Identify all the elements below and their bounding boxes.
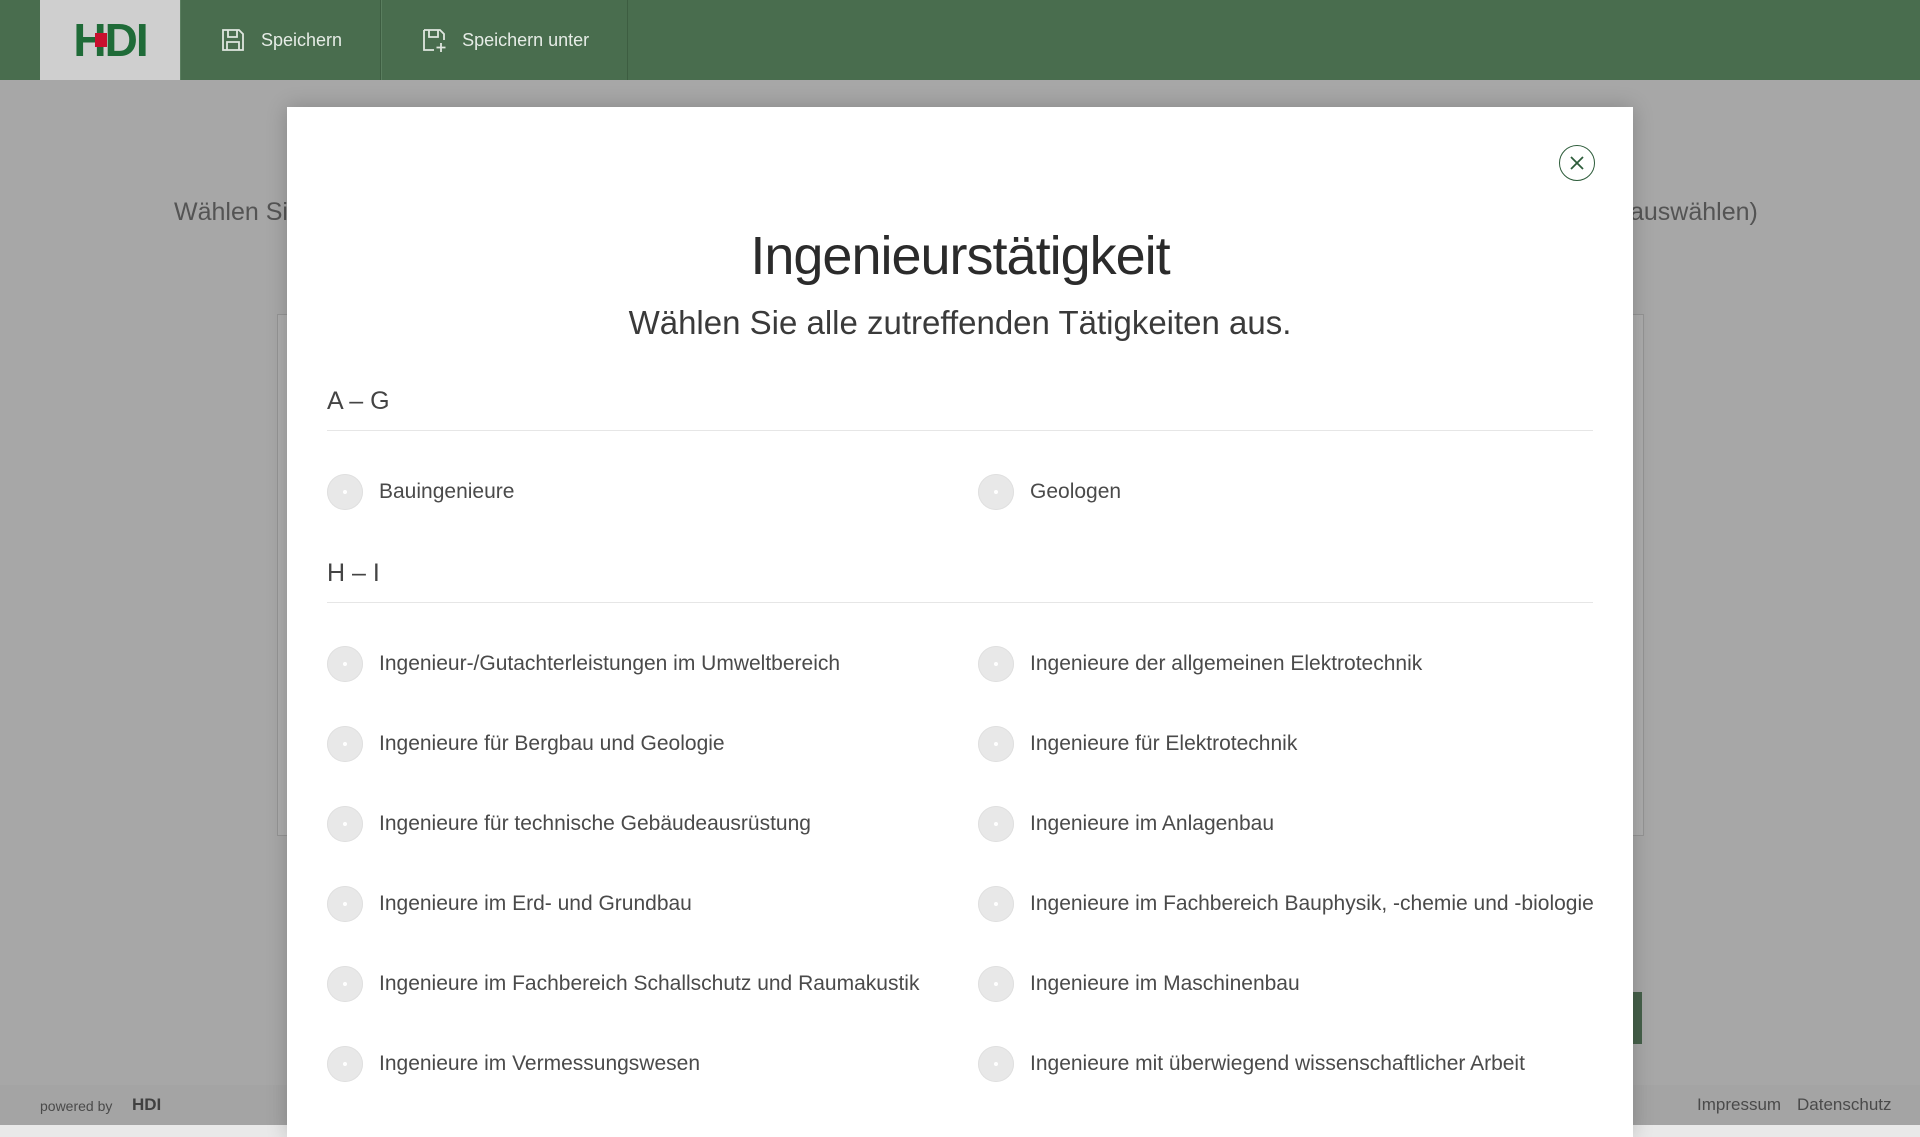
save-as-label: Speichern unter [462,29,590,50]
radio-button[interactable] [978,1046,1014,1082]
radio-button[interactable] [327,646,363,682]
option-wissenschaftliche-arbeit[interactable]: Ingenieure mit überwiegend wissenschaftl… [978,1046,1525,1082]
save-as-icon [423,29,446,52]
option-label: Geologen [1030,480,1122,503]
save-button[interactable]: Speichern [180,0,382,80]
option-label: Bauingenieure [379,480,515,503]
logo-text: HDI [73,14,148,66]
option-anlagenbau[interactable]: Ingenieure im Anlagenbau [978,806,1274,842]
option-vermessungswesen[interactable]: Ingenieure im Vermessungswesen [327,1046,700,1082]
radio-button[interactable] [978,474,1014,510]
option-label: Ingenieure für Elektrotechnik [1030,732,1298,755]
radio-button[interactable] [327,1046,363,1082]
option-allgemeine-elektrotechnik[interactable]: Ingenieure der allgemeinen Elektrotechni… [978,646,1422,682]
radio-button[interactable] [978,886,1014,922]
radio-button[interactable] [978,806,1014,842]
option-label: Ingenieure im Maschinenbau [1030,972,1300,995]
radio-button[interactable] [327,966,363,1002]
option-label: Ingenieure mit überwiegend wissenschaftl… [1030,1052,1525,1075]
option-elektrotechnik[interactable]: Ingenieure für Elektrotechnik [978,726,1297,762]
modal-title: Ingenieurstätigkeit [750,226,1170,286]
option-maschinenbau[interactable]: Ingenieure im Maschinenbau [978,966,1300,1002]
option-label: Ingenieure im Anlagenbau [1030,812,1275,835]
option-bauingenieure[interactable]: Bauingenieure [327,474,514,510]
radio-button[interactable] [978,646,1014,682]
option-gebaeudeausruestung[interactable]: Ingenieure für technische Gebäudeausrüst… [327,806,811,842]
radio-button[interactable] [978,726,1014,762]
option-label: Ingenieur-/Gutachterleistungen im Umwelt… [379,652,841,675]
option-label: Ingenieure der allgemeinen Elektrotechni… [1030,652,1423,675]
logo-red-accent [95,33,108,47]
option-label: Ingenieure im Fachbereich Bauphysik, -ch… [1030,892,1594,915]
option-label: Ingenieure im Vermessungswesen [379,1052,701,1075]
section-heading-a-g: A – G [327,387,1593,431]
option-label: Ingenieure für Bergbau und Geologie [379,732,725,755]
radio-button[interactable] [327,806,363,842]
close-icon [1570,156,1584,170]
option-label: Ingenieure im Fachbereich Schallschutz u… [379,972,920,995]
radio-button[interactable] [327,726,363,762]
section-heading-h-i: H – I [327,559,1593,603]
top-toolbar: HDI Speichern Speichern unter [0,0,1920,80]
option-umweltbereich[interactable]: Ingenieur-/Gutachterleistungen im Umwelt… [327,646,840,682]
activity-modal: Ingenieurstätigkeit Wählen Sie alle zutr… [287,107,1633,1137]
radio-button[interactable] [327,886,363,922]
option-bauphysik[interactable]: Ingenieure im Fachbereich Bauphysik, -ch… [978,886,1594,922]
modal-subtitle: Wählen Sie alle zutreffenden Tätigkeiten… [628,304,1292,341]
save-icon [222,29,244,51]
save-as-button[interactable]: Speichern unter [381,0,629,80]
radio-button[interactable] [327,474,363,510]
option-bergbau-geologie[interactable]: Ingenieure für Bergbau und Geologie [327,726,725,762]
option-label: Ingenieure für technische Gebäudeausrüst… [379,812,811,835]
option-schallschutz[interactable]: Ingenieure im Fachbereich Schallschutz u… [327,966,919,1002]
radio-button[interactable] [978,966,1014,1002]
save-label: Speichern [261,29,343,50]
close-button[interactable] [1559,145,1595,181]
option-label: Ingenieure im Erd- und Grundbau [379,892,692,915]
hdi-logo[interactable]: HDI [40,0,180,80]
option-erd-grundbau[interactable]: Ingenieure im Erd- und Grundbau [327,886,692,922]
option-geologen[interactable]: Geologen [978,474,1121,510]
